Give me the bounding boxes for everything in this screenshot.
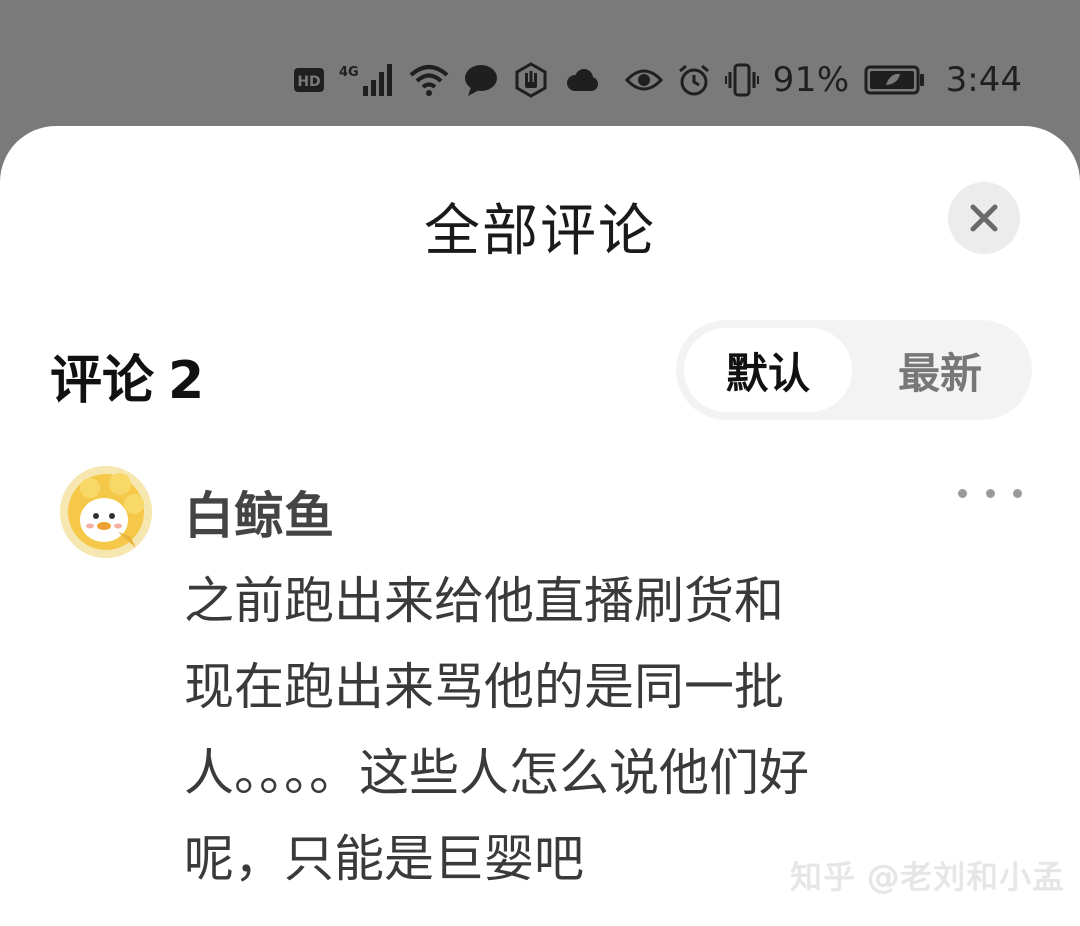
close-button[interactable] [948, 182, 1020, 254]
more-dot-icon [958, 488, 967, 498]
comment-body: 之前跑出来给他直播刷货和 现在跑出来骂他的是同一批 人。。。。这些人怎么说他们好… [184, 572, 809, 888]
battery-percent: 91% [772, 60, 850, 100]
hand-icon [513, 62, 549, 98]
wifi-icon [409, 63, 449, 97]
svg-text:HD: HD [297, 74, 320, 90]
vibrate-icon [724, 62, 759, 98]
cloud-icon [563, 66, 599, 94]
sort-latest-tab[interactable]: 最新 [856, 328, 1024, 412]
status-bar: HD 4G 91% 3:44 [0, 0, 1080, 130]
comment-username[interactable]: 白鲸鱼 [184, 476, 334, 548]
comments-count: 2 [168, 351, 205, 411]
comments-sheet: 全部评论 评论 2 默认 最新 白鲸鱼 之前跑出来给他直播刷货和 现在跑出来骂他… [0, 126, 1080, 926]
watermark: 知乎 @老刘和小孟 [790, 858, 1066, 896]
hd-icon: HD [293, 66, 325, 94]
battery-icon [864, 65, 926, 95]
status-icons: HD 4G 91% 3:44 [293, 58, 1022, 102]
svg-text:4G: 4G [339, 65, 359, 80]
4g-signal-icon: 4G [339, 62, 395, 98]
sort-toggle: 默认 最新 [676, 320, 1032, 420]
close-icon [970, 204, 998, 232]
eye-icon [624, 66, 663, 94]
more-dot-icon [985, 488, 995, 498]
comments-count-heading: 评论 2 [50, 338, 218, 413]
sheet-title: 全部评论 [424, 199, 656, 264]
alarm-icon [677, 63, 711, 97]
comments-label: 评论 [50, 351, 155, 411]
more-options-button[interactable] [958, 478, 1022, 508]
sort-default-tab[interactable]: 默认 [684, 328, 852, 412]
clock-time: 3:44 [945, 60, 1022, 100]
avatar[interactable] [60, 466, 152, 558]
more-dot-icon [1013, 488, 1022, 498]
message-icon [463, 63, 499, 97]
